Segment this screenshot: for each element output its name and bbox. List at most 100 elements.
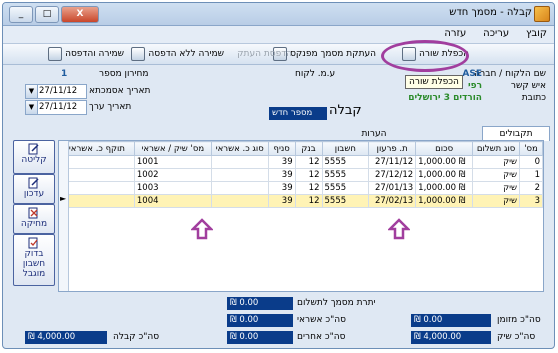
customer-label: שם הלקוח / חברה [474,69,546,79]
table-cell[interactable]: 12 [294,194,323,208]
column-header[interactable]: סוג תשלום [472,141,521,156]
column-header[interactable]: סניף [267,141,296,156]
table-cell[interactable] [59,168,135,182]
table-cell[interactable]: 1003 [133,181,212,195]
table-cell[interactable]: 3 [519,194,543,208]
table-cell[interactable]: 1004 [133,194,212,208]
delete-button[interactable]: מחיקה [13,204,55,234]
table-cell[interactable]: 12 [294,181,323,195]
save-no-print-button[interactable]: שמירה ללא הדפסה [131,46,224,62]
table-cell[interactable]: שיק [472,194,521,208]
table-row[interactable]: 3 שיק ₪ 1,000.00 27/02/13 5555 12 39 1004 [59,194,543,208]
table-cell[interactable]: 1 [519,168,543,182]
table-cell[interactable]: ₪ 1,000.00 [415,168,474,182]
save-icon [131,47,146,61]
table-row[interactable]: 2 שיק ₪ 1,000.00 27/01/13 5555 12 39 1003 [59,181,543,195]
table-cell[interactable]: שיק [472,155,521,169]
table-cell[interactable]: 39 [267,168,296,182]
receipt-window: קבלה - מסמך חדש _ □ X קובץ עריכה עזרה הכ… [2,2,555,349]
menu-help[interactable]: עזרה [437,26,473,41]
table-cell[interactable]: ₪ 1,000.00 [415,155,474,169]
table-cell[interactable]: שיק [472,181,521,195]
table-cell[interactable]: ₪ 1,000.00 [415,181,474,195]
table-cell[interactable]: 27/02/13 [368,194,417,208]
table-cell[interactable]: 39 [267,181,296,195]
table-cell[interactable]: 5555 [321,155,370,169]
value-date-combo[interactable]: ▼ 27/11/12 [25,100,87,115]
close-button[interactable]: X [61,6,99,23]
table-cell[interactable] [210,194,269,208]
table-cell[interactable]: 5555 [321,168,370,182]
table-cell[interactable]: 27/12/12 [368,168,417,182]
table-cell[interactable]: 39 [267,194,296,208]
chevron-down-icon[interactable]: ▼ [26,101,38,114]
table-row[interactable]: 1 שיק ₪ 1,000.00 27/12/12 5555 12 39 1002 [59,168,543,182]
save-print-button[interactable]: שמירה והדפסה [48,46,124,62]
column-header[interactable]: סוג כ. אשראי [210,141,269,156]
cash-total-label: סה"כ מזומן [497,315,541,325]
table-cell[interactable] [210,155,269,169]
column-header[interactable]: ת. פרעון [368,141,417,156]
arrow-up-icon [191,218,213,240]
balance-label: יתרת מסמך לתשלום [297,298,376,308]
table-cell[interactable]: 27/01/13 [368,181,417,195]
table-cell[interactable]: 5555 [321,181,370,195]
doc-number-field[interactable]: מספר חדש [269,107,327,120]
table-cell[interactable]: 39 [267,155,296,169]
table-cell[interactable]: שיק [472,168,521,182]
table-cell[interactable]: 27/11/12 [368,155,417,169]
table-cell[interactable]: 12 [294,168,323,182]
table-row[interactable]: 0 שיק ₪ 1,000.00 27/11/12 5555 12 39 1001 [59,155,543,169]
delete-label: מחיקה [20,219,48,229]
capture-button[interactable]: קליטה [13,140,55,174]
print-copy-label: הדפסת העתק [237,49,292,59]
column-header[interactable]: בנק [294,141,323,156]
table-cell[interactable]: 0 [519,155,543,169]
payments-grid: מס' סוג תשלום סכום ת. פרעון חשבון בנק סניף סוג … [58,140,544,292]
menu-edit[interactable]: עריכה [476,26,516,41]
tab-notes[interactable]: הערות [349,127,399,141]
copy-from-book-label: העתקת מסמך מפנקס [290,49,376,59]
ref-date-combo[interactable]: ▼ 27/11/12 [25,84,87,99]
contact-label: איש קשר [510,81,546,91]
tab-receipts[interactable]: תקבולים [482,126,550,141]
table-cell[interactable]: 2 [519,181,543,195]
app-icon [534,6,550,22]
table-cell[interactable] [59,155,135,169]
column-header[interactable]: חשבון [321,141,370,156]
check-account-label: בדוק חשבון מוגבל [22,249,46,279]
payments-table: מס' סוג תשלום סכום ת. פרעון חשבון בנק סניף סוג … [59,141,543,208]
table-cell[interactable] [59,194,135,208]
table-cell[interactable]: 1001 [133,155,212,169]
table-cell[interactable] [210,168,269,182]
table-cell[interactable]: ₪ 1,000.00 [415,194,474,208]
column-header[interactable]: מס' [519,141,543,156]
print-copy-button[interactable]: הדפסת העתק [237,46,292,62]
ref-date-value: 27/11/12 [39,86,78,96]
table-cell[interactable]: 5555 [321,194,370,208]
minimize-button[interactable]: _ [9,6,33,23]
column-header[interactable]: מס' שיק / אשראי [133,141,212,156]
pen-icon [28,143,39,155]
chevron-down-icon[interactable]: ▼ [26,85,38,98]
table-cell[interactable]: 1002 [133,168,212,182]
row-header-column [59,141,69,291]
maximize-button[interactable]: □ [35,6,59,23]
table-cell[interactable]: 12 [294,155,323,169]
update-button[interactable]: עדכון [13,174,55,204]
doc-type-label: קבלה [329,103,362,118]
table-cell[interactable] [210,181,269,195]
company-name-partial: רפי [468,81,482,91]
menu-file[interactable]: קובץ [519,26,554,41]
table-cell[interactable] [59,181,135,195]
menu-bar: קובץ עריכה עזרה [3,26,554,44]
value-date-label: תאריך ערך [89,102,132,112]
edit-icon [28,177,39,189]
check-account-button[interactable]: בדוק חשבון מוגבל [13,234,55,286]
receipt-total-value: ₪ 4,000.00 [25,331,107,344]
toolbar: הכפלת שורה העתקת מסמך מפנקס הדפסת העתק ש… [3,44,554,65]
credit-total-value: ₪ 0.00 [227,314,293,327]
column-header[interactable]: סכום [415,141,474,156]
cash-total-value: ₪ 0.00 [411,314,491,327]
column-header[interactable]: תוקף כ. אשראי [59,141,135,156]
